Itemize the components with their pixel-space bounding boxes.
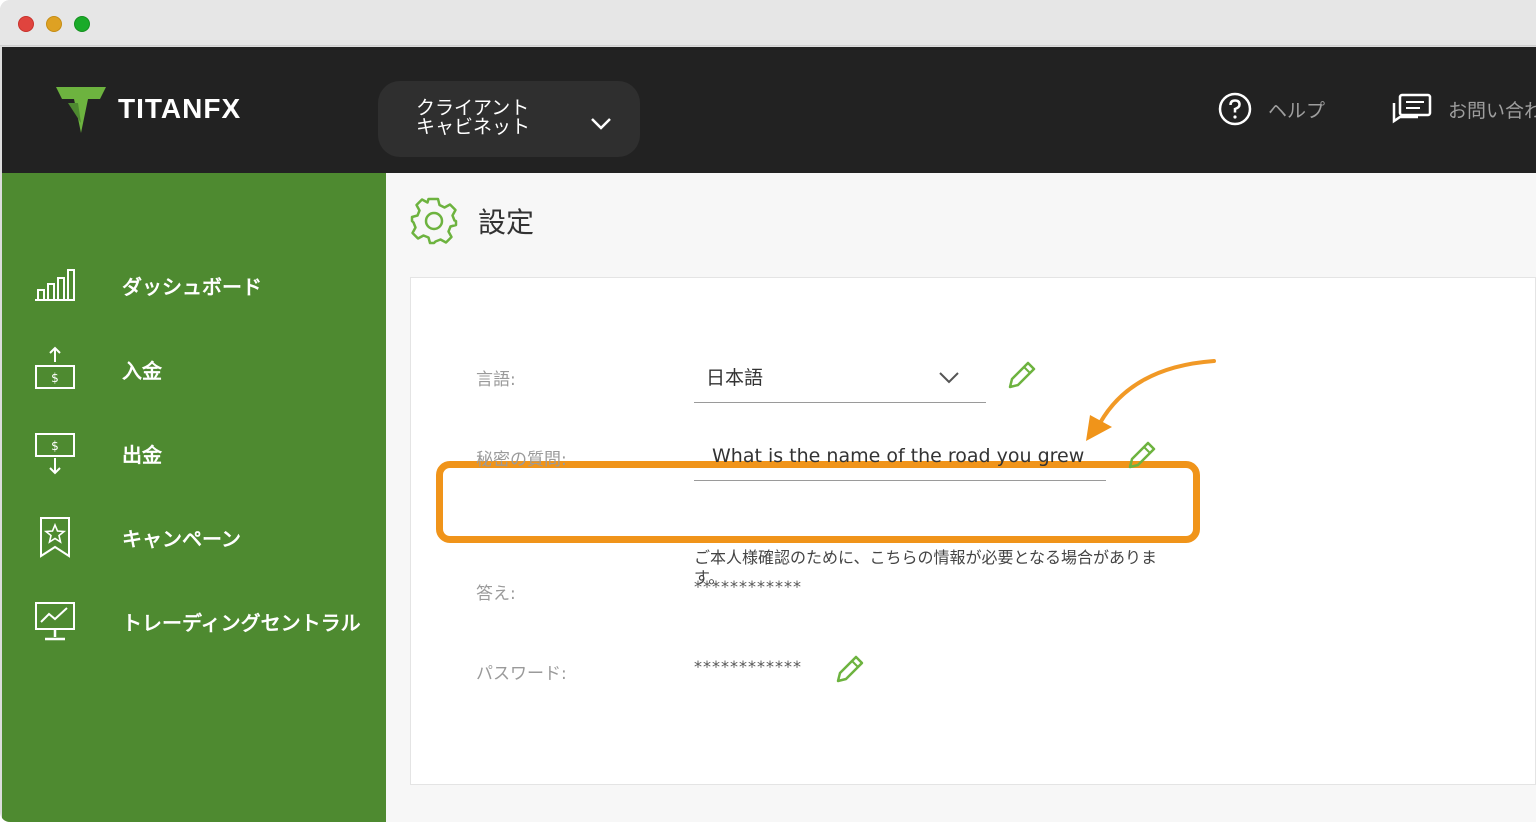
chevron-down-icon — [939, 372, 959, 384]
question-circle-icon — [1218, 92, 1252, 126]
minimize-window-button[interactable] — [46, 16, 62, 32]
pencil-edit-icon[interactable] — [1124, 439, 1158, 473]
app-root: TITANFX クライアント キャビネット ヘルプ お問い合わ ダッシュボード … — [2, 47, 1536, 822]
secret-question-underline — [694, 480, 1106, 481]
window-titlebar — [0, 0, 1536, 46]
contact-label: お問い合わ — [1448, 99, 1536, 122]
pencil-edit-icon[interactable] — [1004, 359, 1038, 393]
password-label: パスワード: — [476, 664, 567, 684]
sidebar-item-dashboard[interactable]: ダッシュボード — [2, 255, 386, 315]
client-cabinet-dropdown[interactable]: クライアント キャビネット — [378, 81, 640, 157]
sidebar-item-label: ダッシュボード — [122, 274, 262, 299]
secret-question-value: What is the name of the road you grew — [712, 445, 1085, 467]
monitor-chart-icon — [32, 598, 78, 644]
help-link[interactable]: ヘルプ — [1218, 91, 1325, 127]
sidebar-item-withdraw[interactable]: $ 出金 — [2, 423, 386, 483]
sidebar-item-label: トレーディングセントラル — [122, 610, 361, 635]
password-value: ************ — [694, 657, 802, 676]
bar-chart-icon — [32, 262, 78, 308]
sidebar-item-label: キャンペーン — [122, 526, 241, 551]
maximize-window-button[interactable] — [74, 16, 90, 32]
svg-text:$: $ — [51, 371, 59, 385]
close-window-button[interactable] — [18, 16, 34, 32]
chevron-down-icon — [591, 118, 611, 130]
sidebar-item-trading-central[interactable]: トレーディングセントラル — [2, 591, 386, 651]
titanfx-logo[interactable]: TITANFX — [54, 83, 241, 135]
logo-text: TITANFX — [118, 93, 242, 124]
gear-icon — [410, 197, 458, 245]
top-header: TITANFX クライアント キャビネット ヘルプ お問い合わ — [2, 47, 1536, 173]
svg-text:$: $ — [51, 439, 59, 453]
campaign-star-icon — [32, 514, 78, 560]
withdraw-icon: $ — [32, 430, 78, 476]
client-cabinet-label: クライアント キャビネット — [416, 97, 531, 138]
sidebar-item-label: 入金 — [122, 358, 162, 383]
language-underline — [694, 402, 986, 403]
titanfx-logo-icon — [56, 87, 106, 133]
sidebar-item-campaign[interactable]: キャンペーン — [2, 507, 386, 567]
page-header: 設定 — [408, 195, 534, 247]
help-label: ヘルプ — [1268, 99, 1326, 122]
deposit-icon: $ — [32, 346, 78, 392]
secret-question-label: 秘密の質問: — [476, 450, 567, 470]
language-value: 日本語 — [706, 367, 764, 389]
sidebar-item-deposit[interactable]: $ 入金 — [2, 339, 386, 399]
language-label: 言語: — [476, 370, 516, 390]
pencil-edit-icon[interactable] — [832, 653, 866, 687]
sidebar-item-label: 出金 — [122, 442, 162, 467]
secret-question-field[interactable]: What is the name of the road you grew — [694, 435, 1106, 481]
answer-value: ************ — [694, 577, 802, 596]
answer-label: 答え: — [476, 584, 516, 604]
chat-bubbles-icon — [1392, 93, 1432, 124]
sidebar: ダッシュボード $ 入金 $ 出金 キャンペーン トレーディングセントラル — [2, 173, 386, 822]
page-title: 設定 — [478, 206, 535, 239]
annotation-arrow-icon — [1086, 359, 1216, 441]
browser-window: TITANFX クライアント キャビネット ヘルプ お問い合わ ダッシュボード … — [0, 0, 1536, 822]
language-select[interactable]: 日本語 — [694, 353, 986, 403]
contact-link[interactable]: お問い合わ — [1390, 91, 1536, 127]
